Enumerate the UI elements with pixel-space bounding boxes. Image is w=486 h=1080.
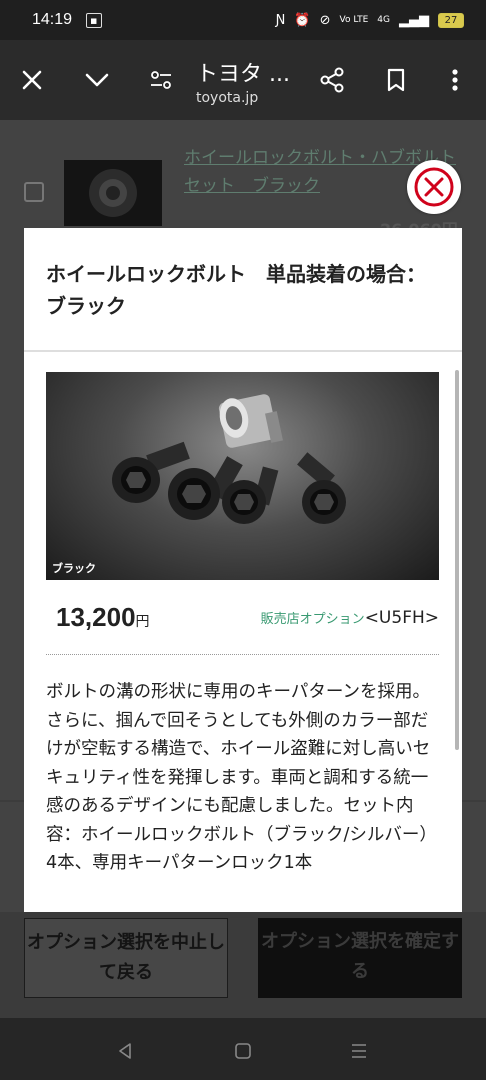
more-vert-icon[interactable] [437,62,473,98]
close-icon [414,167,454,207]
confirm-option-button[interactable]: オプション選択を確定する [258,918,462,998]
divider [24,350,462,352]
modal-close-button[interactable] [407,160,461,214]
status-icons: Ɲ ⏰ ⊘ Vo LTE 4G ▂▄▆ 27 [275,12,464,28]
close-icon[interactable] [14,62,50,98]
option-label: 販売店オプション [260,612,365,627]
product-thumbnail [64,160,162,226]
dotted-divider [46,654,439,655]
product-description: ボルトの溝の形状に専用のキーパターンを採用。さらに、掴んで回そうとしても外側のカ… [46,682,437,873]
home-nav-icon[interactable] [228,1036,258,1066]
item-checkbox[interactable] [24,182,44,202]
alarm-icon: ⏰ [294,12,311,28]
back-nav-icon[interactable] [110,1036,140,1066]
price-row: 13,200円 販売店オプション<U5FH> [46,598,439,644]
price-unit: 円 [135,613,150,629]
browser-toolbar: トヨタ ... toyota.jp [0,40,486,120]
battery-icon: 27 [438,12,464,28]
price-value: 13,200 [56,602,136,632]
image-label: ブラック [52,562,96,575]
product-detail-modal: ホイールロックボルト 単品装着の場合：ブラック ブラック 13,200円 販売店… [24,228,462,912]
page-settings-icon[interactable] [143,62,179,98]
cancel-option-button[interactable]: オプション選択を中止して戻る [24,918,228,998]
product-price: 13,200円 [56,602,150,633]
volte-icon: Vo LTE [339,14,369,25]
bookmark-icon[interactable] [378,62,414,98]
system-nav-bar [0,1018,486,1080]
share-icon[interactable] [314,62,350,98]
product-image: ブラック [46,372,439,580]
status-bar: 14:19 ▪ Ɲ ⏰ ⊘ Vo LTE 4G ▂▄▆ 27 [0,0,486,40]
modal-title: ホイールロックボルト 単品装着の場合：ブラック [46,262,426,318]
scrollbar[interactable] [455,370,459,750]
chevron-down-icon[interactable] [79,62,115,98]
notification-icon: ▪ [86,12,102,28]
network-icon: 4G [377,14,390,25]
page-title-area[interactable]: トヨタ ... toyota.jp [196,56,290,106]
silent-icon: ⊘ [319,12,331,28]
footer-actions: オプション選択を中止して戻る オプション選択を確定する [0,912,486,1018]
page-url: toyota.jp [196,90,259,106]
nfc-icon: Ɲ [275,12,286,28]
option-type: 販売店オプション<U5FH> [261,608,439,628]
page-title: トヨタ ... [196,62,290,87]
signal-icon: ▂▄▆ [399,12,429,28]
status-time: 14:19 [32,11,73,28]
recents-nav-icon[interactable] [344,1036,374,1066]
option-code: <U5FH> [364,608,439,628]
